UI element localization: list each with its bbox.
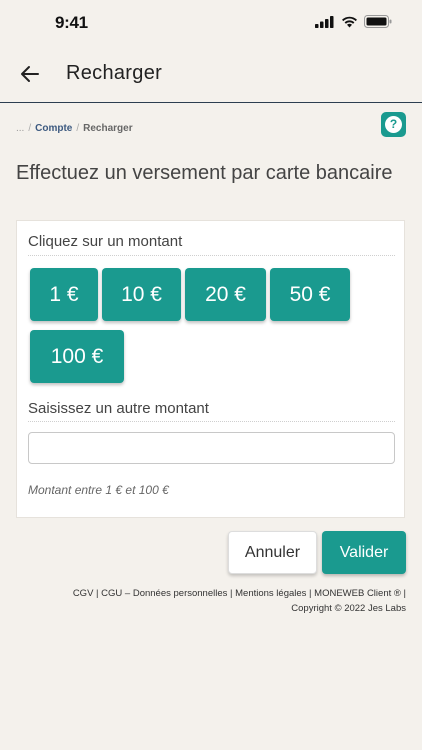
validate-button[interactable]: Valider bbox=[322, 531, 406, 574]
amount-button-100[interactable]: 100 € bbox=[30, 330, 124, 383]
amount-button-1[interactable]: 1 € bbox=[30, 268, 98, 321]
divider bbox=[28, 421, 395, 422]
status-bar: 9:41 bbox=[0, 0, 422, 46]
back-button[interactable] bbox=[18, 62, 42, 86]
page-title: Effectuez un versement par carte bancair… bbox=[16, 162, 393, 184]
amount-section-label: Cliquez sur un montant bbox=[28, 233, 183, 250]
footer-link-moneweb[interactable]: MONEWEB Client ® bbox=[314, 588, 401, 599]
question-icon: ? bbox=[385, 116, 402, 133]
page-header-title: Recharger bbox=[66, 62, 163, 84]
other-amount-label: Saisissez un autre montant bbox=[28, 400, 209, 417]
breadcrumb-ellipsis[interactable]: ... bbox=[16, 123, 24, 134]
cellular-signal-icon bbox=[315, 15, 334, 28]
breadcrumb-item-compte[interactable]: Compte bbox=[35, 123, 72, 134]
help-button[interactable]: ? bbox=[381, 112, 406, 137]
amount-button-50[interactable]: 50 € bbox=[270, 268, 350, 321]
breadcrumb: ... / Compte / Recharger bbox=[16, 123, 133, 134]
amount-hint: Montant entre 1 € et 100 € bbox=[28, 483, 169, 497]
other-amount-input[interactable] bbox=[28, 432, 395, 464]
amount-button-20[interactable]: 20 € bbox=[185, 268, 266, 321]
footer-link-cgu[interactable]: CGU – Données personnelles bbox=[101, 588, 227, 599]
footer: CGV | CGU – Données personnelles | Menti… bbox=[72, 588, 406, 614]
status-icons bbox=[315, 15, 392, 28]
arrow-left-icon bbox=[21, 66, 39, 82]
amount-button-10[interactable]: 10 € bbox=[102, 268, 181, 321]
footer-link-cgv[interactable]: CGV bbox=[73, 588, 94, 599]
status-time: 9:41 bbox=[55, 13, 88, 32]
battery-icon bbox=[364, 15, 392, 28]
breadcrumb-item-recharger: Recharger bbox=[83, 123, 133, 134]
footer-link-mentions[interactable]: Mentions légales bbox=[235, 588, 306, 599]
cancel-button[interactable]: Annuler bbox=[228, 531, 317, 574]
divider bbox=[28, 255, 395, 256]
amount-card: Cliquez sur un montant 1 € 10 € 20 € 50 … bbox=[16, 220, 405, 518]
footer-copyright: Copyright © 2022 Jes Labs bbox=[291, 603, 406, 614]
wifi-icon bbox=[342, 16, 357, 27]
app-header: Recharger bbox=[0, 46, 422, 103]
